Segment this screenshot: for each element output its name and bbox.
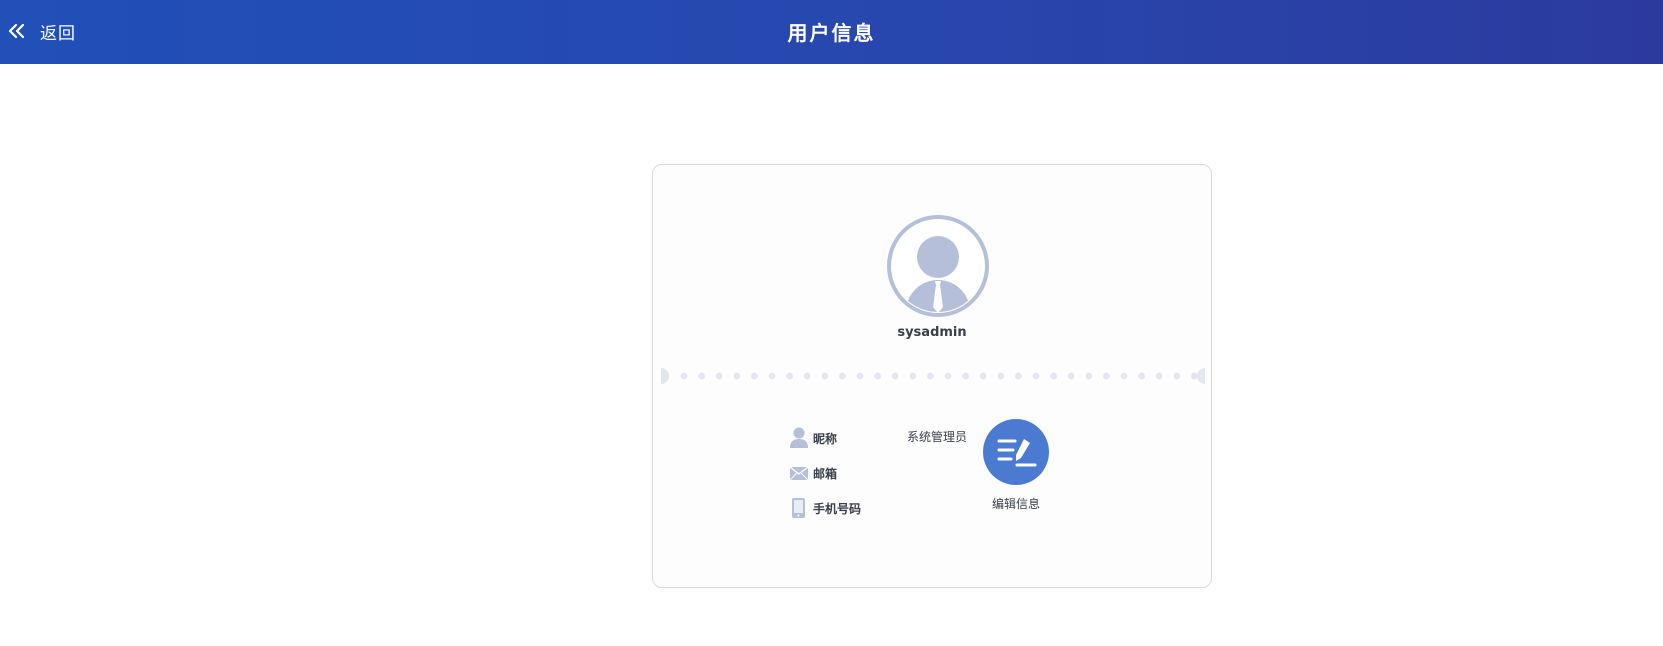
envelope-icon [789,466,809,481]
divider-dot [1015,372,1022,380]
divider-dot [839,372,846,380]
divider-dot [680,372,688,380]
divider-dot [874,372,881,380]
divider-dot [1191,372,1198,380]
divider-dot [768,372,776,380]
nickname-value: 系统管理员 [907,430,968,444]
top-bar: 返回 用户信息 [0,0,1663,64]
divider-dot [1085,372,1093,380]
page-title: 用户信息 [787,21,876,45]
user-info-card: sysadmin 昵称 系统管理员 邮箱 手机号码 编辑信息 [652,164,1212,588]
divider-dot [909,372,917,380]
edit-list-pen-icon [997,439,1037,467]
divider-dot [927,372,934,380]
phone-row: 手机号码 [789,497,979,521]
divider-dot [1120,372,1128,380]
email-row: 邮箱 [789,462,979,486]
divider-dot [803,372,811,380]
divider-dot [979,372,987,380]
edit-info-label[interactable]: 编辑信息 [966,495,1066,512]
divider-dot [1067,372,1075,380]
edit-info-button[interactable] [983,419,1049,485]
divider-dot [997,372,1005,380]
divider-dot [1032,372,1040,380]
divider-dot [1173,372,1181,380]
divider-dot [786,372,793,380]
divider-dot [715,372,723,380]
divider-dot [1103,372,1110,380]
email-label: 邮箱 [813,467,838,481]
divider-dot [962,372,969,380]
divider-dot [1050,372,1057,380]
username: sysadmin [897,325,967,340]
nickname-row: 昵称 系统管理员 [789,427,979,451]
nickname-label: 昵称 [813,432,838,446]
divider-dot [1138,372,1145,380]
phone-icon [792,498,805,518]
person-icon [790,427,808,448]
dotted-divider [661,368,1205,384]
divider-dot [856,372,864,380]
phone-label: 手机号码 [813,502,862,516]
divider-dot [944,372,952,380]
divider-dot [821,372,829,380]
divider-dot [751,372,758,380]
user-avatar-icon [887,215,989,317]
divider-dot [733,372,741,380]
divider-dot [1155,372,1163,380]
divider-dot [891,372,899,380]
divider-dot [698,372,705,380]
